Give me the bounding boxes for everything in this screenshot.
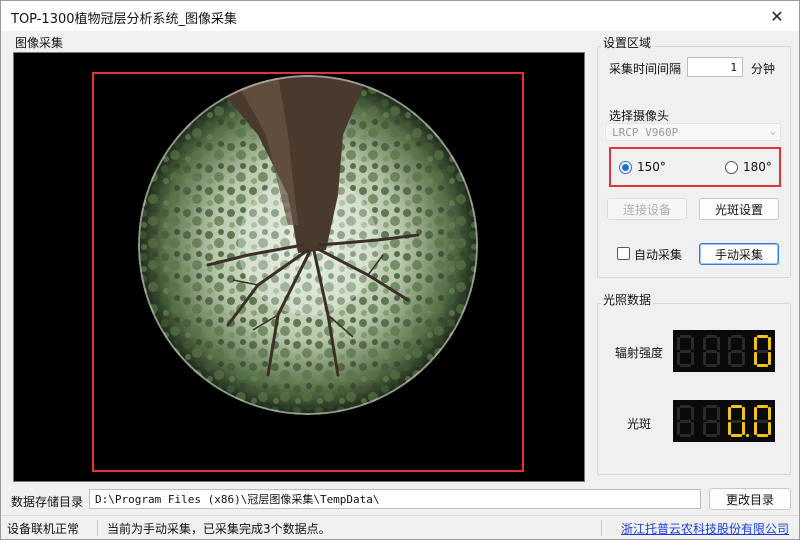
light-data-group [597,303,791,475]
settings-group-label: 设置区域 [601,34,654,51]
lens-150-label: 150° [637,160,666,174]
manual-capture-button[interactable]: 手动采集 [699,243,779,265]
status-bar: 设备联机正常 当前为手动采集，已采集完成3个数据点。 浙江托普云农科技股份有限公… [1,515,799,539]
window-title: TOP-1300植物冠层分析系统_图像采集 [11,12,238,27]
connection-status: 设备联机正常 [7,522,80,536]
lcd-digit [677,335,694,367]
spot-settings-button[interactable]: 光斑设置 [699,198,779,220]
lcd-digit [702,405,720,437]
interval-input[interactable]: 1 [687,57,743,77]
spot-label: 光斑 [627,417,652,431]
auto-capture-checkbox[interactable] [617,247,630,260]
camera-select-value: LRCP V960P [612,125,679,139]
radiation-label: 辐射强度 [615,346,664,360]
analysis-region-rect[interactable] [92,72,524,472]
close-icon[interactable]: ✕ [755,1,799,31]
auto-capture-label: 自动采集 [634,248,683,262]
image-preview[interactable] [13,52,585,482]
title-bar: TOP-1300植物冠层分析系统_图像采集 ✕ [1,1,799,31]
change-directory-button[interactable]: 更改目录 [709,488,791,510]
lcd-digit [677,405,694,437]
lcd-digit [753,335,771,367]
lens-180-label: 180° [743,160,772,174]
status-divider [97,520,98,536]
capture-window: TOP-1300植物冠层分析系统_图像采集 ✕ 图像采集 设置区域 采集时间间隔… [0,0,800,540]
lcd-digit [728,405,750,437]
lens-150-radio[interactable] [619,161,632,174]
camera-label: 选择摄像头 [609,109,670,123]
camera-select[interactable]: LRCP V960P ⌄ [605,123,781,141]
lcd-digit [728,335,746,367]
interval-unit: 分钟 [751,62,776,76]
status-divider [601,520,602,536]
lens-180-radio[interactable] [725,161,738,174]
company-link[interactable]: 浙江托普云农科技股份有限公司 [621,520,789,537]
storage-path-input[interactable]: D:\Program Files (x86)\冠层图像采集\TempData\ [89,489,701,509]
capture-panel-label: 图像采集 [13,34,66,51]
lcd-digit [753,405,771,437]
connect-device-button[interactable]: 连接设备 [607,198,687,220]
chevron-down-icon: ⌄ [769,126,776,137]
light-data-group-label: 光照数据 [601,291,654,308]
status-message: 当前为手动采集，已采集完成3个数据点。 [107,522,331,536]
radiation-lcd-display [673,330,775,372]
storage-label: 数据存储目录 [11,495,84,509]
spot-lcd-display [673,400,775,442]
interval-label: 采集时间间隔 [609,62,682,76]
lcd-digit [702,335,720,367]
